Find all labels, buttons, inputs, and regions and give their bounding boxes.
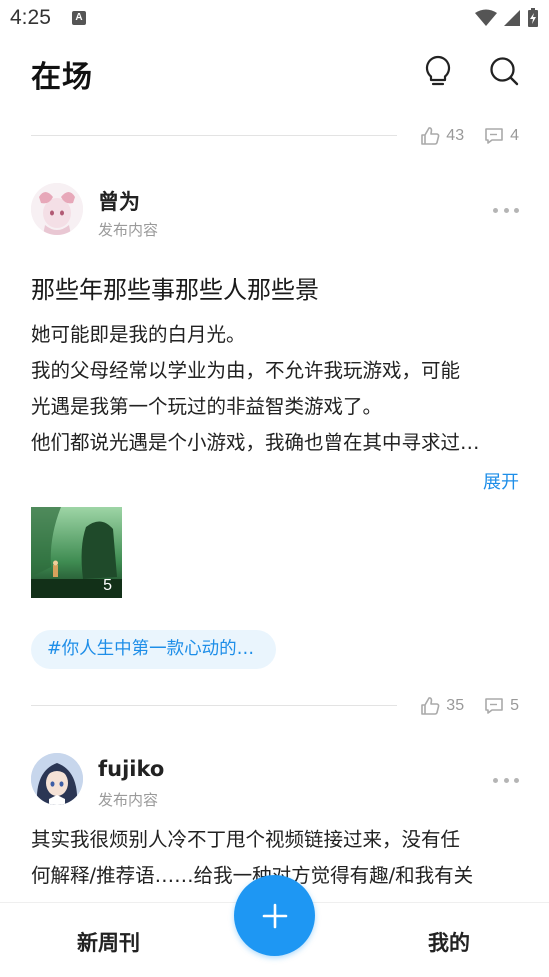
like-icon[interactable] bbox=[420, 126, 440, 146]
comment-icon[interactable] bbox=[484, 697, 504, 715]
page-title: 在场 bbox=[31, 60, 93, 95]
post-body-line: 我的父母经常以学业为由，不允许我玩游戏，可能 bbox=[31, 359, 461, 382]
like-icon[interactable] bbox=[420, 696, 440, 716]
lightbulb-icon bbox=[425, 55, 451, 86]
divider bbox=[31, 705, 397, 706]
post-subline: 发布内容 bbox=[98, 221, 159, 239]
status-time: 4:25 bbox=[10, 6, 51, 29]
comment-icon[interactable] bbox=[484, 127, 504, 145]
wifi-icon bbox=[475, 9, 497, 26]
avatar-image bbox=[31, 183, 83, 235]
author-name[interactable]: 曾为 bbox=[98, 186, 140, 216]
avatar[interactable] bbox=[31, 183, 83, 235]
lightbulb-button[interactable] bbox=[421, 54, 455, 88]
post-title[interactable]: 那些年那些事那些人那些景 bbox=[31, 270, 319, 305]
search-icon bbox=[490, 57, 519, 86]
tab-new-weekly[interactable]: 新周刊 bbox=[77, 927, 140, 957]
signal-icon bbox=[504, 10, 520, 26]
post-stats: 43 4 bbox=[420, 126, 519, 146]
status-bar: 4:25 A bbox=[0, 0, 549, 36]
more-options-button[interactable] bbox=[493, 775, 519, 785]
post-image[interactable]: 5 bbox=[31, 507, 122, 598]
status-icons bbox=[475, 8, 539, 28]
post-stats: 35 5 bbox=[420, 696, 519, 716]
create-post-button[interactable] bbox=[234, 875, 315, 956]
post-body-line: 光遇是我第一个玩过的非益智类游戏了。 bbox=[31, 395, 383, 418]
like-count: 43 bbox=[446, 127, 465, 144]
comment-count: 4 bbox=[510, 127, 519, 144]
comment-count: 5 bbox=[510, 697, 519, 714]
topic-tag[interactable]: #你人生中第一款心动的… bbox=[31, 630, 277, 669]
image-count: 5 bbox=[103, 577, 112, 594]
post-body-line: 他们都说光遇是个小游戏，我确也曾在其中寻求过… bbox=[31, 431, 480, 454]
divider bbox=[31, 135, 397, 136]
plus-icon bbox=[262, 903, 287, 928]
more-options-button[interactable] bbox=[493, 205, 519, 215]
post-subline: 发布内容 bbox=[98, 791, 159, 809]
notification-icon: A bbox=[72, 11, 86, 25]
avatar[interactable] bbox=[31, 753, 83, 805]
post-body[interactable]: 她可能即是我的白月光。 我的父母经常以学业为由，不允许我玩游戏，可能 光遇是我第… bbox=[31, 317, 519, 461]
battery-charging-icon bbox=[528, 8, 538, 27]
avatar-image bbox=[31, 753, 83, 805]
post-body-line: 她可能即是我的白月光。 bbox=[31, 323, 246, 346]
author-name[interactable]: fujiko bbox=[98, 757, 164, 781]
app-header: 在场 bbox=[0, 36, 549, 106]
tab-mine[interactable]: 我的 bbox=[428, 927, 470, 957]
expand-link[interactable]: 展开 bbox=[483, 468, 519, 494]
search-button[interactable] bbox=[487, 54, 521, 88]
like-count: 35 bbox=[446, 697, 465, 714]
post-body-line: 其实我很烦别人冷不丁甩个视频链接过来，没有任 bbox=[31, 828, 461, 851]
